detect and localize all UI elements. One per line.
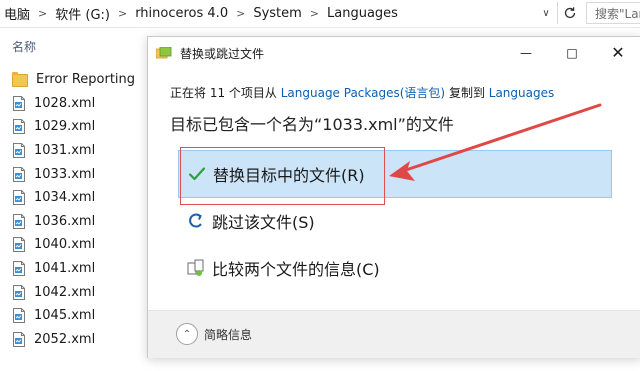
file-name: 1029.xml [34, 119, 96, 135]
address-dropdown-icon[interactable]: ∨ [538, 4, 554, 22]
xml-file-icon [13, 331, 25, 347]
close-button[interactable]: ✕ [595, 37, 640, 68]
xml-file-icon [13, 308, 25, 324]
chevron-right-icon: > [309, 6, 320, 20]
list-item[interactable]: 1028.xml [12, 92, 152, 116]
xml-file-icon [13, 95, 25, 111]
file-name: Error Reporting [36, 72, 136, 88]
file-list: Error Reporting 1028.xml 1029.xml 1031.xml 1… [12, 68, 152, 351]
dialog-titlebar[interactable]: 替换或跳过文件 — □ ✕ [148, 37, 640, 68]
source-folder-link[interactable]: Language Packages(语言包) [281, 86, 445, 100]
list-item[interactable]: 1031.xml [12, 139, 152, 163]
replace-file-option[interactable]: 替换目标中的文件(R) [178, 150, 612, 198]
file-name: 1036.xml [34, 213, 96, 229]
xml-file-icon [13, 213, 25, 229]
file-name: 1031.xml [34, 143, 96, 159]
name-column-header[interactable]: 名称 [12, 38, 36, 55]
breadcrumb-system[interactable]: System [249, 6, 305, 21]
breadcrumb-this-pc[interactable]: 电脑 [0, 4, 34, 23]
skip-arrow-icon [186, 211, 206, 231]
skip-file-label: 跳过该文件(S) [212, 213, 315, 232]
compare-files-icon [186, 258, 206, 278]
file-name: 2052.xml [34, 331, 96, 347]
list-item[interactable]: 1029.xml [12, 115, 152, 139]
chevron-right-icon: > [38, 6, 48, 20]
xml-file-icon [13, 190, 25, 206]
search-input[interactable]: 搜索"Lan [586, 2, 640, 24]
checkmark-icon [187, 164, 207, 184]
maximize-button[interactable]: □ [549, 37, 595, 68]
copy-info-middle: 复制到 [445, 86, 489, 100]
xml-file-icon [13, 284, 25, 300]
replace-file-label: 替换目标中的文件(R) [213, 166, 365, 185]
list-item[interactable]: 1033.xml [12, 162, 152, 186]
xml-file-icon [13, 119, 25, 135]
file-name: 1034.xml [34, 190, 96, 206]
file-name: 1045.xml [34, 308, 96, 324]
breadcrumb-languages[interactable]: Languages [323, 6, 402, 21]
file-name: 1041.xml [34, 261, 96, 277]
xml-file-icon [13, 166, 25, 182]
collapse-details-icon[interactable]: ⌃ [176, 323, 198, 345]
file-name: 1042.xml [34, 284, 96, 300]
destination-folder-link[interactable]: Languages [489, 86, 554, 100]
file-name: 1033.xml [34, 166, 96, 182]
list-item[interactable]: 1034.xml [12, 186, 152, 210]
chevron-right-icon: > [236, 6, 246, 20]
breadcrumb-drive[interactable]: 软件 (G:) [51, 4, 114, 23]
copy-info: 正在将 11 个项目从 Language Packages(语言包) 复制到 L… [170, 84, 554, 101]
xml-file-icon [13, 237, 25, 253]
dialog-footer: ⌃ 简略信息 [148, 310, 640, 358]
skip-file-option[interactable]: 跳过该文件(S) [178, 198, 612, 244]
folder-icon [12, 72, 28, 88]
compare-files-option[interactable]: 比较两个文件的信息(C) [178, 245, 612, 291]
file-name: 1040.xml [34, 237, 96, 253]
dialog-title: 替换或跳过文件 [180, 47, 265, 61]
file-name: 1028.xml [34, 95, 96, 111]
list-item[interactable]: 1042.xml [12, 280, 152, 304]
address-bar: 电脑 > 软件 (G:) > rhinoceros 4.0 > System >… [0, 0, 640, 28]
copy-files-icon [156, 47, 172, 59]
chevron-right-icon: > [117, 6, 128, 20]
details-toggle-label[interactable]: 简略信息 [204, 326, 252, 343]
list-item[interactable]: 1045.xml [12, 304, 152, 328]
list-item[interactable]: 1041.xml [12, 257, 152, 281]
replace-or-skip-dialog: 替换或跳过文件 — □ ✕ 正在将 11 个项目从 Language Packa… [147, 36, 640, 358]
minimize-button[interactable]: — [503, 37, 549, 68]
list-item[interactable]: 1040.xml [12, 233, 152, 257]
list-item[interactable]: Error Reporting [12, 68, 152, 92]
list-item[interactable]: 1036.xml [12, 210, 152, 234]
compare-files-label: 比较两个文件的信息(C) [212, 260, 380, 279]
xml-file-icon [13, 143, 25, 159]
refresh-icon[interactable] [557, 2, 582, 24]
breadcrumb-rhino[interactable]: rhinoceros 4.0 [131, 6, 232, 21]
xml-file-icon [13, 261, 25, 277]
list-item[interactable]: 2052.xml [12, 328, 152, 352]
conflict-headline: 目标已包含一个名为“1033.xml”的文件 [170, 115, 454, 134]
copy-info-prefix: 正在将 11 个项目从 [170, 86, 281, 100]
breadcrumb[interactable]: 电脑 > 软件 (G:) > rhinoceros 4.0 > System >… [0, 3, 556, 23]
